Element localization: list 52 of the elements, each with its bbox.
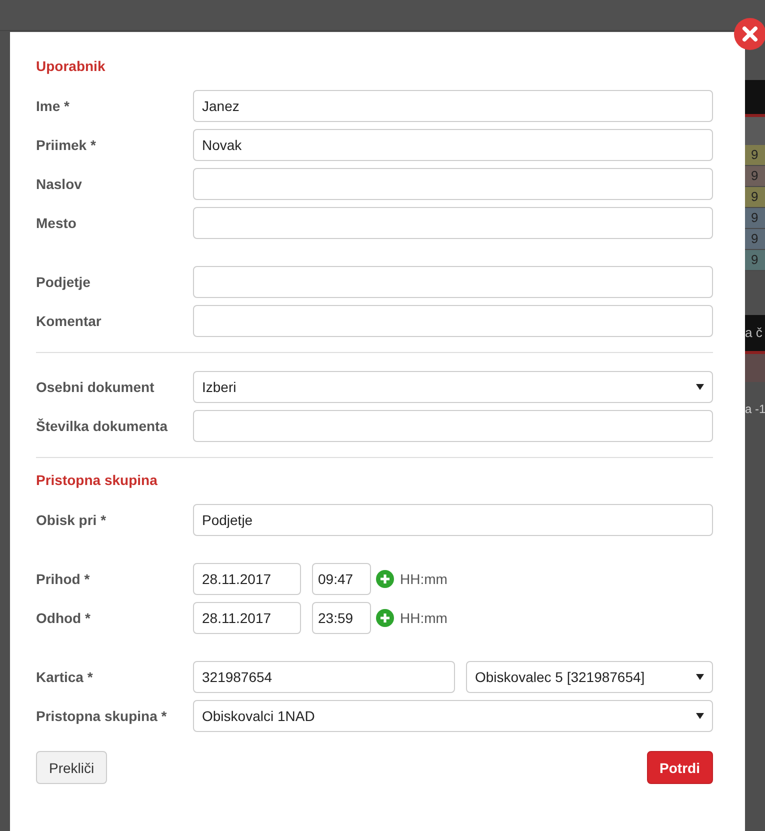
section-title: Uporabnik	[36, 58, 106, 74]
input-field[interactable]	[193, 266, 713, 298]
caret-icon	[696, 712, 704, 718]
input-field[interactable]: Janez	[193, 90, 713, 122]
select-field[interactable]: Izberi	[193, 370, 713, 402]
format-hint: HH:mm	[400, 570, 448, 586]
field-label: Številka dokumenta	[36, 418, 169, 434]
confirm-button[interactable]: Potrdi	[646, 751, 713, 784]
cancel-button[interactable]: Prekliči	[36, 751, 108, 784]
input-field[interactable]: Podjetje	[193, 504, 713, 536]
time-field[interactable]: 23:59	[312, 602, 371, 634]
field-label: Naslov	[36, 176, 83, 192]
section-title: Pristopna skupina	[36, 472, 158, 488]
table-cell: 9	[745, 229, 765, 250]
input-field[interactable]	[193, 206, 713, 238]
table-header	[745, 117, 765, 145]
input-field[interactable]: Novak	[193, 128, 713, 160]
field-label: Mesto	[36, 214, 78, 230]
field-label: Odhod *	[36, 610, 92, 626]
time-field[interactable]: 09:47	[312, 562, 371, 594]
table-header	[745, 80, 765, 117]
add-icon[interactable]	[376, 608, 394, 626]
table-cell: 9	[745, 250, 765, 271]
format-hint: HH:mm	[400, 610, 448, 626]
field-label: Pristopna skupina *	[36, 708, 168, 724]
table-cell: a -1	[745, 402, 765, 416]
select-field[interactable]: Obiskovalec 5 [321987654]	[466, 660, 713, 692]
caret-icon	[696, 674, 704, 680]
table-row	[745, 354, 765, 382]
table-header: a č	[745, 315, 765, 354]
field-label: Priimek *	[36, 136, 97, 152]
field-label: Prihod *	[36, 570, 91, 586]
field-label: Obisk pri *	[36, 512, 108, 528]
field-label: Osebni dokument	[36, 378, 156, 394]
table-cell: 9	[745, 187, 765, 208]
input-field[interactable]	[193, 410, 713, 442]
caret-icon	[696, 384, 704, 390]
table-cell: 9	[745, 145, 765, 166]
input-field[interactable]	[193, 168, 713, 200]
date-field[interactable]: 28.11.2017	[193, 562, 301, 594]
field-label: Kartica *	[36, 668, 94, 684]
field-label: Ime *	[36, 98, 70, 114]
input-field[interactable]: 321987654	[193, 660, 455, 692]
date-field[interactable]: 28.11.2017	[193, 602, 301, 634]
input-field[interactable]	[193, 304, 713, 336]
select-field[interactable]: Obiskovalci 1NAD	[193, 700, 713, 732]
table-cell: 9	[745, 208, 765, 229]
table-cell: 9	[745, 166, 765, 187]
add-icon[interactable]	[376, 570, 394, 588]
close-icon[interactable]	[734, 18, 765, 50]
field-label: Komentar	[36, 312, 102, 328]
field-label: Podjetje	[36, 274, 92, 290]
